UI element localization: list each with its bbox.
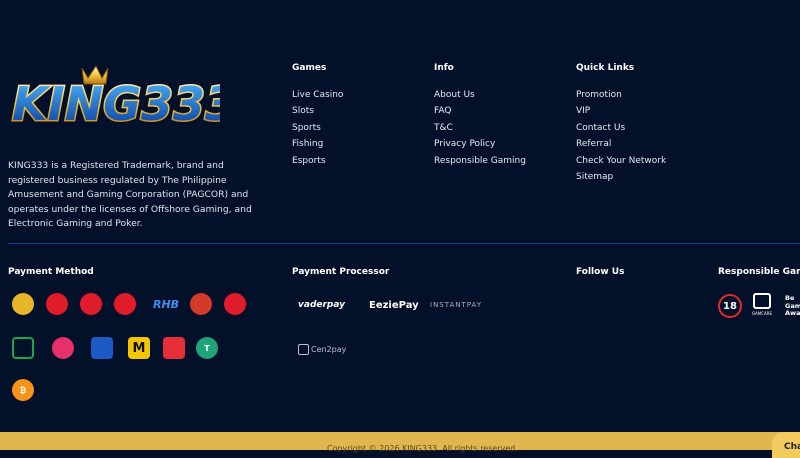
link-promotion[interactable]: Promotion [576,87,666,103]
chat-button[interactable]: Cha [772,432,800,458]
duitnow-icon [52,337,74,359]
age-18-badge: 18 [718,294,742,318]
link-live-casino[interactable]: Live Casino [292,87,343,103]
games-heading: Games [292,63,327,73]
link-slots[interactable]: Slots [292,103,343,119]
bank-red-icon [46,293,68,315]
instantpay-logo: INSTANTPAY [430,301,483,309]
bank-hex-icon [80,293,102,315]
copyright-text: Copyright © 2026 KING333. All rights res… [327,444,518,453]
link-esports[interactable]: Esports [292,153,343,169]
age-18-label: 18 [723,300,737,312]
link-sports[interactable]: Sports [292,120,343,136]
vaderpay-logo: vaderpay [298,300,346,310]
link-referral[interactable]: Referral [576,136,666,152]
gamcare-icon [753,293,771,309]
eeziepay-logo: EeziePay [369,300,419,311]
link-contact-us[interactable]: Contact Us [576,120,666,136]
footer-divider [8,243,800,244]
quick-links-heading: Quick Links [576,63,635,73]
link-responsible-gaming[interactable]: Responsible Gaming [434,153,526,169]
follow-us-heading: Follow Us [576,267,625,277]
info-column: Info About Us FAQ T&C Privacy Policy Res… [434,63,526,169]
link-vip[interactable]: VIP [576,103,666,119]
link-check-network[interactable]: Check Your Network [576,153,666,169]
brand-description: KING333 is a Registered Trademark, brand… [8,160,252,230]
link-faq[interactable]: FAQ [434,103,526,119]
rhb-icon: RHB [152,297,180,311]
bitcoin-icon: ₿ [12,379,34,401]
link-sitemap[interactable]: Sitemap [576,169,666,185]
link-tnc[interactable]: T&C [434,120,526,136]
games-column: Games Live Casino Slots Sports Fishing E… [292,63,343,169]
svg-text:KING333: KING333 [12,77,220,131]
link-about-us[interactable]: About Us [434,87,526,103]
responsible-gaming-heading: Responsible Gaming [718,267,800,277]
mcash-icon: M [128,337,150,359]
cen2pay-icon [298,344,309,355]
bank-stripes-icon [190,293,212,315]
grabpay-icon [12,337,34,359]
info-heading: Info [434,63,454,73]
payment-processor-heading: Payment Processor [292,267,390,277]
gamcare-label: GAMCARE [751,311,773,316]
cen2pay-label: Cen2pay [311,345,347,354]
touchngo-icon [91,337,113,359]
payment-method-heading: Payment Method [8,267,94,277]
hongleong-icon [224,293,246,315]
site-footer: KING333 KING333 is a Registered Trademar… [0,0,800,432]
link-privacy-policy[interactable]: Privacy Policy [434,136,526,152]
cen2pay-logo: Cen2pay [298,344,346,355]
tether-icon: T [196,337,218,359]
link-fishing[interactable]: Fishing [292,136,343,152]
king333-logo[interactable]: KING333 [10,62,220,132]
maybank-icon [12,293,34,315]
quick-links-column: Quick Links Promotion VIP Contact Us Ref… [576,63,666,185]
ambank-icon [114,293,136,315]
copyright-bar: Copyright © 2026 KING333. All rights res… [0,432,800,453]
be-gamble-aware-badge: Be Gamb Awa [785,295,800,317]
gamcare-badge: GAMCARE [751,293,773,319]
boost-icon [163,337,185,359]
